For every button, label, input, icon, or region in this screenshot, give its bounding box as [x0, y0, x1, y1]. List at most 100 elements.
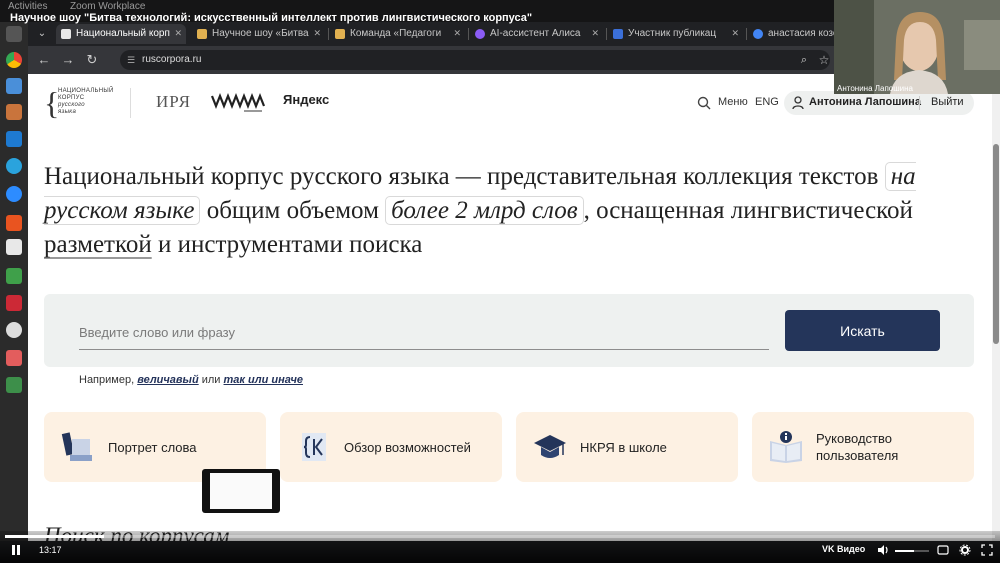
fullscreen-icon[interactable]	[981, 544, 993, 556]
graduation-cap-icon	[534, 435, 566, 458]
card-label: Портрет слова	[108, 440, 197, 455]
app-store-icon[interactable]	[6, 215, 22, 231]
webcam-feed	[834, 0, 1000, 94]
header-search-icon[interactable]	[697, 96, 711, 110]
user-guide-book-icon	[770, 431, 802, 463]
vk-video-logo[interactable]: VK Видео	[822, 544, 865, 554]
favicon-icon	[613, 29, 623, 39]
irya-logo[interactable]: ИРЯ	[156, 92, 191, 112]
tab-google[interactable]: анастасия козе	[748, 24, 840, 44]
tab-alisa[interactable]: AI-ассистент Алиса ✕	[470, 24, 603, 44]
video-title: Научное шоу "Битва технологий: искусстве…	[10, 12, 533, 24]
files-icon[interactable]	[6, 104, 22, 120]
tab-search-icon[interactable]: ⌄	[34, 26, 50, 42]
pause-icon[interactable]	[10, 544, 22, 556]
progress-bar[interactable]	[5, 535, 995, 538]
highlight-word-count: более 2 млрд слов	[385, 196, 584, 225]
video-controls: 13:17 VK Видео	[0, 531, 1000, 563]
tab-science-show[interactable]: Научное шоу «Битва ✕	[192, 24, 325, 44]
activities-label: Activities	[8, 1, 48, 12]
tab-label: AI-ассистент Алиса	[490, 28, 581, 39]
app-dock	[0, 22, 28, 541]
trash-icon[interactable]	[6, 377, 22, 393]
chrome-icon[interactable]	[6, 52, 22, 68]
corpus-logo-icon	[302, 433, 326, 461]
spreadsheet-icon[interactable]	[6, 268, 22, 284]
tab-pedagogi[interactable]: Команда «Педагоги ✕	[330, 24, 465, 44]
reload-icon[interactable]: ↻	[84, 52, 100, 68]
favicon-icon	[475, 29, 485, 39]
card-label: Руководство пользователя	[816, 431, 899, 463]
close-tab-icon[interactable]: ✕	[174, 28, 182, 39]
logout-button[interactable]: Выйти	[931, 96, 964, 108]
seek-preview-thumbnail	[202, 469, 280, 513]
card-user-guide[interactable]: Руководство пользователя	[752, 412, 974, 482]
logo-divider	[130, 88, 131, 118]
tab-separator	[468, 28, 469, 40]
app-icon[interactable]	[6, 78, 22, 94]
markup-link[interactable]: разметкой	[44, 231, 152, 258]
site-info-icon[interactable]: ☰	[127, 50, 135, 70]
close-tab-icon[interactable]: ✕	[731, 28, 739, 39]
document-icon[interactable]	[6, 350, 22, 366]
text-editor-icon[interactable]	[6, 239, 22, 255]
example-link-velichavyi[interactable]: величавый	[137, 374, 198, 386]
pill-divider	[919, 96, 920, 110]
language-switch[interactable]: ENG	[755, 96, 779, 108]
favicon-icon	[61, 29, 71, 39]
back-icon[interactable]: ←	[36, 52, 52, 68]
terminal-icon[interactable]	[6, 26, 22, 42]
current-time: 13:17	[39, 545, 62, 555]
webcam-participant-name: Антонина Лапошина	[837, 84, 913, 93]
tab-participant[interactable]: Участник публикац ✕	[608, 24, 743, 44]
tab-label: Научное шоу «Битва	[212, 28, 309, 39]
tab-label: Команда «Педагоги	[350, 28, 442, 39]
tab-separator	[746, 28, 747, 40]
search-panel: Искать	[44, 294, 974, 367]
menu-link[interactable]: Меню	[718, 96, 748, 108]
yandex-logo[interactable]: Яндекс	[283, 92, 329, 107]
close-tab-icon[interactable]: ✕	[453, 28, 461, 39]
search-button[interactable]: Искать	[785, 310, 940, 351]
webcam-image	[834, 0, 1000, 94]
google-icon	[753, 29, 763, 39]
tab-separator	[606, 28, 607, 40]
zoom-icon[interactable]	[6, 186, 22, 202]
telegram-icon[interactable]	[6, 158, 22, 174]
example-link-tak-ili-inache[interactable]: так или иначе	[224, 374, 303, 386]
url-text: ruscorpora.ru	[142, 54, 202, 65]
zoom-lens-icon[interactable]: ⌕	[796, 52, 812, 68]
help-icon[interactable]	[6, 322, 22, 338]
vscode-icon[interactable]	[6, 131, 22, 147]
ruscorpora-logo[interactable]: { НАЦИОНАЛЬНЫЙ КОРПУС русского языка	[44, 86, 124, 120]
zoom-label: Zoom Workplace	[70, 1, 146, 12]
preview-time: 32:06	[226, 519, 247, 528]
search-input[interactable]	[79, 316, 769, 350]
card-school[interactable]: НКРЯ в школе	[516, 412, 738, 482]
favicon-icon	[197, 29, 207, 39]
bookmark-star-icon[interactable]: ☆	[816, 52, 832, 68]
forward-icon[interactable]: →	[60, 52, 76, 68]
zotero-icon[interactable]	[6, 295, 22, 311]
scrollbar-thumb[interactable]	[993, 144, 999, 344]
close-tab-icon[interactable]: ✕	[313, 28, 321, 39]
page-scrollbar[interactable]	[992, 74, 1000, 541]
subtitles-icon[interactable]	[937, 544, 949, 556]
linguistics-logo-icon[interactable]	[210, 90, 266, 116]
tab-ruscorpora[interactable]: Национальный корп ✕	[56, 24, 186, 44]
page-headline: Национальный корпус русского языка — пре…	[44, 162, 916, 258]
user-name[interactable]: Антонина Лапошина	[809, 96, 921, 108]
volume-icon[interactable]	[877, 544, 889, 556]
tab-separator	[328, 28, 329, 40]
web-page: { НАЦИОНАЛЬНЫЙ КОРПУС русского языка ИРЯ…	[28, 74, 992, 541]
settings-gear-icon[interactable]	[959, 544, 971, 556]
preview-frame	[210, 473, 272, 509]
search-examples: Например, величавый или так или иначе	[79, 374, 303, 386]
progress-fill	[5, 535, 104, 538]
address-bar[interactable]: ☰ ruscorpora.ru	[120, 50, 830, 70]
volume-slider[interactable]	[895, 550, 929, 552]
card-features-overview[interactable]: Обзор возможностей	[280, 412, 502, 482]
user-icon	[792, 96, 804, 110]
close-tab-icon[interactable]: ✕	[591, 28, 599, 39]
tab-label: анастасия козе	[768, 28, 839, 39]
